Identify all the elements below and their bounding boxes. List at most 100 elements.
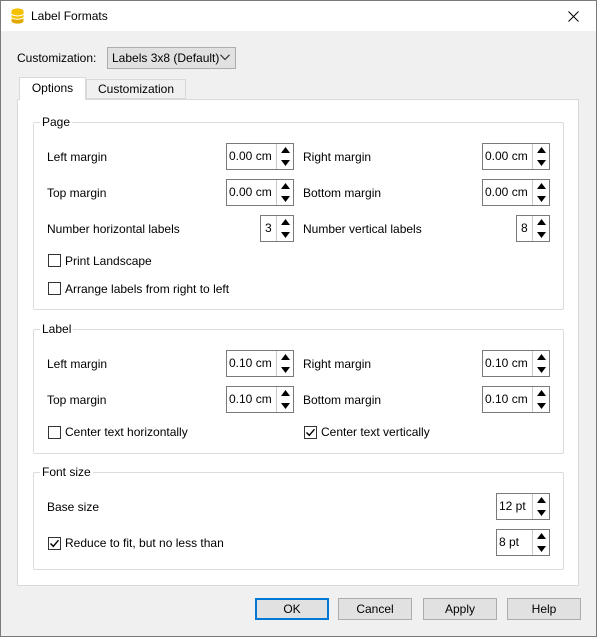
base-size-label: Base size: [47, 500, 100, 514]
arrow-up-icon: [536, 390, 546, 396]
arrow-down-icon: [536, 367, 546, 373]
arrow-down-icon: [280, 403, 290, 409]
spin-down-button[interactable]: [533, 400, 549, 412]
spin-down-button[interactable]: [277, 400, 293, 412]
label-bottom-margin-spinner[interactable]: 0.10 cm: [482, 386, 550, 413]
reduce-to-fit-checkbox[interactable]: [48, 537, 61, 550]
page-bottom-margin-spinner[interactable]: 0.00 cm: [482, 179, 550, 206]
label-bottom-margin-value: 0.10 cm: [485, 392, 528, 406]
spin-up-button[interactable]: [277, 387, 293, 399]
tab-customization-label: Customization: [97, 82, 175, 96]
num-vertical-labels-label: Number vertical labels: [303, 222, 422, 236]
center-horizontal-label: Center text horizontally: [65, 425, 188, 439]
spin-up-button[interactable]: [533, 144, 549, 156]
font-size-group: Font size: [33, 465, 564, 570]
help-button[interactable]: Help: [507, 598, 581, 620]
spin-up-button[interactable]: [533, 387, 549, 399]
base-size-spinner[interactable]: 12 pt: [496, 493, 550, 520]
tab-customization[interactable]: Customization: [86, 79, 186, 99]
label-bottom-margin-label: Bottom margin: [303, 393, 382, 407]
print-landscape-checkbox[interactable]: [48, 254, 61, 267]
spin-up-button[interactable]: [277, 144, 293, 156]
spin-up-button[interactable]: [277, 216, 293, 228]
print-landscape-label: Print Landscape: [65, 254, 152, 268]
arrow-up-icon: [536, 219, 546, 225]
label-right-margin-spinner[interactable]: 0.10 cm: [482, 350, 550, 377]
num-vertical-labels-spinner[interactable]: 8: [516, 215, 550, 242]
spin-up-button[interactable]: [533, 530, 549, 542]
label-top-margin-spinner[interactable]: 0.10 cm: [226, 386, 294, 413]
arrow-up-icon: [280, 390, 290, 396]
arrow-down-icon: [280, 367, 290, 373]
page-left-margin-label: Left margin: [47, 150, 108, 164]
num-horizontal-labels-value: 3: [265, 221, 272, 235]
arrow-up-icon: [280, 183, 290, 189]
arrow-down-icon: [536, 232, 546, 238]
center-vertical-label: Center text vertically: [321, 425, 430, 439]
spin-down-button[interactable]: [533, 543, 549, 555]
label-formats-dialog: Label Formats Customization: Labels 3x8 …: [0, 0, 597, 637]
label-top-margin-value: 0.10 cm: [229, 392, 272, 406]
spin-down-button[interactable]: [533, 364, 549, 376]
customization-label: Customization:: [17, 51, 97, 65]
arrow-down-icon: [280, 160, 290, 166]
num-vertical-labels-value: 8: [521, 221, 528, 235]
min-size-spinner[interactable]: 8 pt: [496, 529, 550, 556]
close-button[interactable]: [550, 1, 596, 31]
spin-down-button[interactable]: [533, 157, 549, 169]
arrow-up-icon: [536, 183, 546, 189]
spin-down-button[interactable]: [277, 229, 293, 241]
arrow-up-icon: [536, 354, 546, 360]
customization-selected-value: Labels 3x8 (Default): [112, 51, 220, 65]
page-bottom-margin-value: 0.00 cm: [485, 185, 528, 199]
spin-up-button[interactable]: [533, 180, 549, 192]
arrow-up-icon: [280, 219, 290, 225]
center-horizontal-checkbox[interactable]: [48, 426, 61, 439]
label-left-margin-label: Left margin: [47, 357, 108, 371]
checkmark-icon: [50, 539, 60, 548]
arrow-up-icon: [536, 533, 546, 539]
chevron-down-icon: [220, 54, 230, 61]
min-size-value: 8 pt: [499, 535, 520, 549]
arrow-up-icon: [280, 354, 290, 360]
font-size-group-title: Font size: [40, 465, 93, 479]
close-icon: [567, 10, 579, 22]
ok-button[interactable]: OK: [255, 598, 329, 620]
right-to-left-label: Arrange labels from right to left: [65, 282, 230, 296]
cancel-button[interactable]: Cancel: [338, 598, 412, 620]
num-horizontal-labels-label: Number horizontal labels: [47, 222, 180, 236]
spin-down-button[interactable]: [277, 364, 293, 376]
window-title: Label Formats: [31, 9, 108, 23]
spin-up-button[interactable]: [533, 216, 549, 228]
reduce-to-fit-label: Reduce to fit, but no less than: [65, 536, 224, 550]
spin-down-button[interactable]: [277, 193, 293, 205]
options-panel: Page Label Font size: [17, 99, 579, 586]
apply-button[interactable]: Apply: [423, 598, 497, 620]
right-to-left-checkbox[interactable]: [48, 282, 61, 295]
arrow-down-icon: [536, 546, 546, 552]
arrow-down-icon: [536, 196, 546, 202]
spin-down-button[interactable]: [533, 193, 549, 205]
arrow-up-icon: [536, 147, 546, 153]
num-horizontal-labels-spinner[interactable]: 3: [260, 215, 294, 242]
page-top-margin-value: 0.00 cm: [229, 185, 272, 199]
customization-select[interactable]: Labels 3x8 (Default): [107, 47, 236, 69]
spin-up-button[interactable]: [277, 351, 293, 363]
app-icon: [11, 8, 24, 24]
tab-options[interactable]: Options: [19, 77, 86, 100]
spin-down-button[interactable]: [533, 507, 549, 519]
label-group-title: Label: [40, 322, 74, 336]
spin-down-button[interactable]: [277, 157, 293, 169]
page-right-margin-spinner[interactable]: 0.00 cm: [482, 143, 550, 170]
spin-up-button[interactable]: [533, 351, 549, 363]
label-left-margin-value: 0.10 cm: [229, 356, 272, 370]
spin-up-button[interactable]: [277, 180, 293, 192]
page-right-margin-label: Right margin: [303, 150, 372, 164]
spin-down-button[interactable]: [533, 229, 549, 241]
spin-up-button[interactable]: [533, 494, 549, 506]
page-left-margin-spinner[interactable]: 0.00 cm: [226, 143, 294, 170]
page-top-margin-spinner[interactable]: 0.00 cm: [226, 179, 294, 206]
center-vertical-checkbox[interactable]: [304, 426, 317, 439]
label-left-margin-spinner[interactable]: 0.10 cm: [226, 350, 294, 377]
page-group-title: Page: [40, 115, 73, 129]
